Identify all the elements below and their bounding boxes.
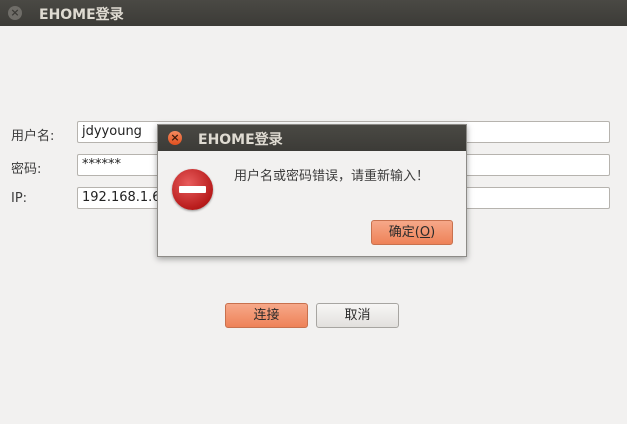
- connect-button[interactable]: 连接: [225, 303, 308, 328]
- error-message: 用户名或密码错误，请重新输入！: [234, 169, 430, 184]
- error-icon: [172, 169, 213, 210]
- ip-label: IP:: [11, 191, 28, 206]
- ok-button[interactable]: 确定(O): [371, 220, 453, 245]
- error-icon-bar: [179, 186, 206, 193]
- window-titlebar: × EHOME登录: [0, 0, 627, 26]
- window-title: EHOME登录: [39, 7, 124, 23]
- ok-label-prefix: 确定(: [388, 225, 420, 240]
- dialog-titlebar: × EHOME登录: [158, 125, 466, 151]
- ok-mnemonic: O: [419, 225, 431, 240]
- ok-label-suffix: ): [430, 225, 436, 240]
- password-label: 密码:: [11, 162, 42, 177]
- dialog-close-icon[interactable]: ×: [168, 131, 182, 145]
- dialog-title: EHOME登录: [198, 132, 283, 148]
- window-close-icon[interactable]: ×: [8, 6, 22, 20]
- cancel-button[interactable]: 取消: [316, 303, 399, 328]
- username-label: 用户名:: [11, 129, 55, 144]
- error-dialog: × EHOME登录 用户名或密码错误，请重新输入！ 确定(O): [157, 124, 467, 257]
